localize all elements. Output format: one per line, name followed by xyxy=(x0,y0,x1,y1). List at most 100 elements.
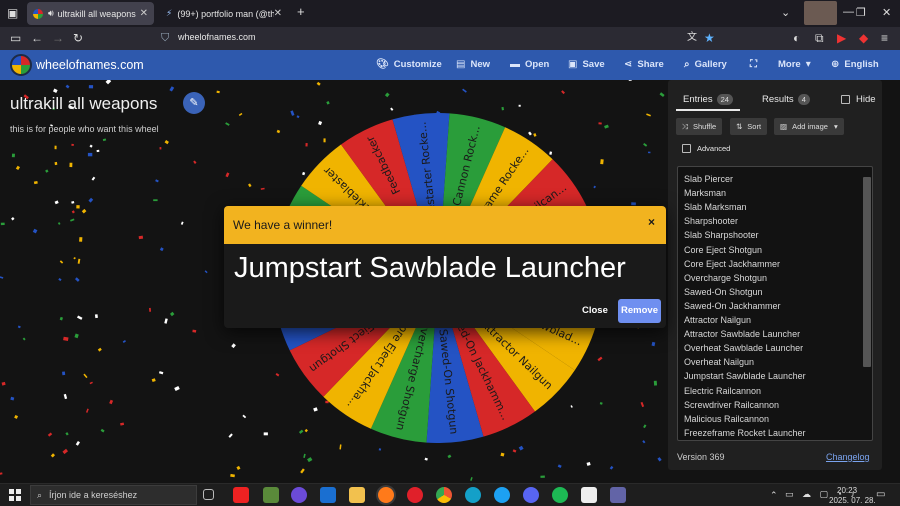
hide-label: Hide xyxy=(856,94,876,105)
menu-label: Open xyxy=(525,59,550,70)
site-name[interactable]: wheelofnames.com xyxy=(36,58,144,72)
app-icon[interactable] xyxy=(494,487,510,503)
sidebar-icon[interactable]: ▭ xyxy=(10,31,21,45)
tray-chevron-icon[interactable]: ⌃ xyxy=(770,490,778,501)
game-icon[interactable] xyxy=(581,487,597,503)
bookmark-star-icon[interactable]: ★ xyxy=(704,31,715,45)
clock-time[interactable]: 20:23 xyxy=(837,486,857,495)
customize-button[interactable]: 🎨︎ Customize xyxy=(376,59,442,70)
confetti-piece xyxy=(77,258,81,264)
firefox-icon[interactable] xyxy=(378,487,394,503)
checkbox-icon xyxy=(682,144,691,153)
sort-button[interactable]: ⇅ Sort xyxy=(730,118,768,135)
new-button[interactable]: ▤ New xyxy=(456,59,490,70)
fullscreen-button[interactable]: ⛶ xyxy=(750,59,762,70)
close-window-button[interactable]: ✕ xyxy=(882,6,891,19)
language-button[interactable]: ⊕ English xyxy=(831,59,879,70)
gallery-button[interactable]: ⌕ Gallery xyxy=(684,59,727,70)
chevron-down-icon: ▾ xyxy=(833,122,838,131)
entries-scrollbar[interactable] xyxy=(863,177,871,367)
taskbar-search[interactable]: ⌕ Írjon ide a kereséshez xyxy=(30,485,197,505)
dialog-close-icon[interactable]: × xyxy=(648,215,655,229)
minimize-button[interactable]: — xyxy=(843,6,854,18)
chrome-icon[interactable] xyxy=(436,487,452,503)
tool-label: Add image xyxy=(792,122,828,131)
tab-label: Results xyxy=(762,94,794,105)
opera-icon[interactable] xyxy=(407,487,423,503)
edit-title-button[interactable]: ✎ xyxy=(183,92,205,114)
menu-label: Save xyxy=(582,59,605,70)
sidebar-toggle-icon[interactable]: ▣ xyxy=(7,6,18,20)
site-logo-icon[interactable] xyxy=(10,54,32,76)
youtube-icon[interactable] xyxy=(233,487,249,503)
version-text: Version 369 xyxy=(677,452,725,462)
notifications-icon[interactable]: ◆ xyxy=(859,31,868,45)
translate-icon[interactable]: 文 xyxy=(687,31,697,45)
url-field[interactable]: wheelofnames.com xyxy=(178,32,256,42)
confetti-piece xyxy=(462,88,467,93)
minecraft-icon[interactable] xyxy=(263,487,279,503)
confetti-piece xyxy=(69,162,73,168)
hide-checkbox[interactable]: Hide xyxy=(841,94,876,105)
maximize-button[interactable]: ❐ xyxy=(856,6,866,19)
confetti-piece xyxy=(216,90,220,94)
new-tab-button[interactable]: + xyxy=(297,4,305,19)
confetti-piece xyxy=(81,208,87,214)
confetti-piece xyxy=(47,432,53,437)
spotify-icon[interactable] xyxy=(552,487,568,503)
edge-icon[interactable] xyxy=(465,487,481,503)
remove-button[interactable]: Remove xyxy=(618,299,661,323)
confetti-piece xyxy=(102,138,107,142)
confetti-piece xyxy=(71,201,75,204)
save-button[interactable]: ▣ Save xyxy=(568,59,605,70)
confetti-piece xyxy=(657,457,662,462)
entry-line: Sharpshooter xyxy=(684,216,739,227)
wheel-title: ultrakill all weapons xyxy=(10,94,158,113)
confetti-piece xyxy=(192,329,197,333)
entries-textarea[interactable]: Slab Piercer Marksman Slab Marksman Sharpsh… xyxy=(677,166,873,441)
tab-entries[interactable]: Entries 24 xyxy=(683,94,733,105)
confetti-piece xyxy=(63,336,69,341)
confetti-piece xyxy=(628,80,632,81)
more-button[interactable]: More ▾ xyxy=(778,59,811,70)
browser-tab[interactable]: ⚡ (99+) portfolio man (@the-real ✕ xyxy=(160,2,288,25)
confetti-piece xyxy=(94,314,98,319)
task-view-icon[interactable] xyxy=(203,489,214,500)
globe-icon: ⊕ xyxy=(831,59,840,70)
tab-list-icon[interactable]: ⌄ xyxy=(781,6,790,19)
download-icon[interactable]: ▶ xyxy=(837,31,846,45)
forward-icon[interactable]: → xyxy=(52,31,64,45)
add-image-button[interactable]: ▨ Add image ▾ xyxy=(774,118,844,135)
shuffle-button[interactable]: ⤨ Shuffle xyxy=(676,118,723,135)
tab-close-icon[interactable]: ✕ xyxy=(274,8,282,19)
image-icon: ▨ xyxy=(780,122,788,131)
discord-icon[interactable] xyxy=(523,487,539,503)
outlook-icon[interactable] xyxy=(320,487,336,503)
start-button[interactable] xyxy=(9,489,21,501)
shuffle-icon: ⤨ xyxy=(682,121,688,131)
confetti-piece xyxy=(316,81,321,86)
close-button[interactable]: Close xyxy=(582,305,608,316)
back-icon[interactable]: ← xyxy=(31,31,43,45)
confetti-piece xyxy=(174,385,180,392)
entry-line: Core Eject Shotgun xyxy=(684,244,763,255)
wheel-favicon-icon xyxy=(33,8,43,19)
media-player-icon[interactable] xyxy=(291,487,307,503)
tab-results[interactable]: Results 4 xyxy=(762,94,810,105)
share-button[interactable]: ⋖ Share xyxy=(624,59,664,70)
teams-icon[interactable] xyxy=(610,487,626,503)
reload-icon[interactable]: ↻ xyxy=(73,31,83,45)
file-explorer-icon[interactable] xyxy=(349,487,365,503)
clock-date[interactable]: 2025. 07. 28. xyxy=(829,496,876,505)
extension-icon[interactable]: ◐ xyxy=(793,31,800,45)
browser-tab-active[interactable]: 🔊︎ ultrakill all weapons ✕ xyxy=(27,2,154,25)
tab-close-icon[interactable]: ✕ xyxy=(140,8,148,19)
confetti-piece xyxy=(646,113,651,117)
changelog-link[interactable]: Changelog xyxy=(826,452,870,462)
notification-icon[interactable]: ▭ xyxy=(876,489,885,500)
open-button[interactable]: ▬ Open xyxy=(510,59,549,70)
extensions-puzzle-icon[interactable]: ⧉ xyxy=(815,31,824,45)
confetti-piece xyxy=(65,84,70,89)
menu-icon[interactable]: ≡ xyxy=(881,31,888,45)
advanced-checkbox[interactable]: Advanced xyxy=(682,144,730,153)
